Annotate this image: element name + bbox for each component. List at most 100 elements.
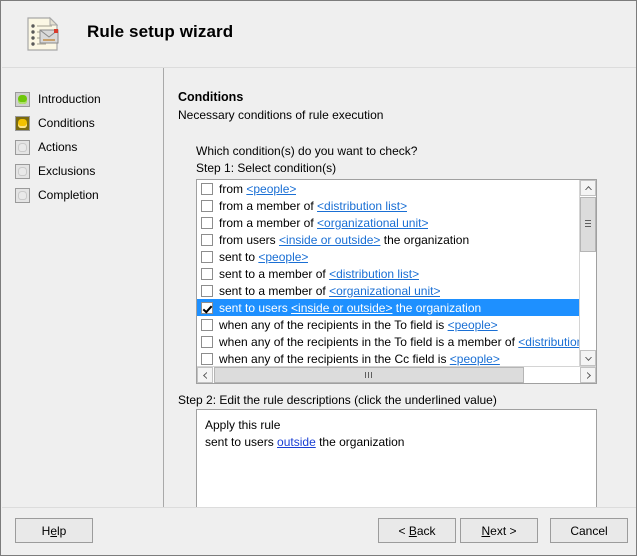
back-button-label: < Back: [398, 523, 436, 538]
checkbox-icon[interactable]: [201, 335, 213, 348]
scroll-left-icon[interactable]: [197, 367, 213, 383]
help-button[interactable]: Help: [15, 518, 93, 543]
sidebar-item-exclusions[interactable]: Exclusions: [15, 159, 160, 183]
condition-value-link[interactable]: <distribution list>: [317, 199, 407, 213]
condition-row[interactable]: sent to a member of <distribution list>: [197, 265, 579, 282]
wizard-steps-list: Introduction Conditions Actions Exclusio…: [15, 87, 160, 207]
scroll-right-icon[interactable]: [580, 367, 596, 383]
condition-label: sent to a member of <organizational unit…: [219, 284, 440, 298]
status-square-green-icon: [15, 91, 30, 107]
condition-label: from <people>: [219, 182, 296, 196]
rule-description-line-2: sent to users outside the organization: [205, 434, 596, 451]
cancel-button[interactable]: Cancel: [550, 518, 628, 543]
question-label: Which condition(s) do you want to check?: [196, 144, 418, 158]
condition-text: from users: [219, 232, 280, 247]
condition-label: sent to a member of <distribution list>: [219, 267, 419, 281]
condition-row[interactable]: sent to users <inside or outside> the or…: [197, 299, 579, 316]
condition-value-link[interactable]: <people>: [246, 182, 296, 196]
condition-row[interactable]: sent to a member of <organizational unit…: [197, 282, 579, 299]
condition-value-link[interactable]: <people>: [258, 250, 308, 264]
condition-text: when any of the recipients in the To fie…: [219, 317, 448, 332]
window-title: Rule setup wizard: [87, 22, 234, 41]
rule-description-value-link[interactable]: outside: [277, 435, 316, 449]
sidebar-item-actions[interactable]: Actions: [15, 135, 160, 159]
condition-row[interactable]: when any of the recipients in the Cc fie…: [197, 350, 579, 366]
sidebar-item-introduction[interactable]: Introduction: [15, 87, 160, 111]
cancel-button-label: Cancel: [570, 523, 608, 538]
condition-text: the organization: [392, 300, 482, 315]
rule-description-line-1: Apply this rule: [205, 418, 281, 432]
wizard-header: Rule setup wizard: [2, 2, 636, 68]
scrollbar-grip-icon: [585, 220, 591, 227]
checkbox-icon[interactable]: [201, 216, 213, 229]
sidebar-item-label: Exclusions: [38, 164, 96, 178]
condition-row[interactable]: from <people>: [197, 180, 579, 197]
help-button-label: Help: [41, 523, 67, 538]
rule-setup-wizard-window: Rule setup wizard Introduction Condition…: [0, 0, 637, 556]
condition-row[interactable]: sent to <people>: [197, 248, 579, 265]
condition-label: when any of the recipients in the To fie…: [219, 318, 498, 332]
condition-row[interactable]: from a member of <distribution list>: [197, 197, 579, 214]
status-square-gray-icon: [15, 163, 30, 179]
condition-value-link[interactable]: <organizational unit>: [329, 284, 440, 298]
conditions-listbox[interactable]: from <people> from a member of <distribut…: [196, 179, 597, 384]
vertical-scrollbar[interactable]: [579, 180, 596, 366]
checkbox-icon[interactable]: [201, 182, 213, 195]
sidebar-item-conditions[interactable]: Conditions: [15, 111, 160, 135]
horizontal-scrollbar-thumb[interactable]: [214, 367, 524, 383]
conditions-rows[interactable]: from <people> from a member of <distribut…: [197, 180, 579, 366]
sidebar-item-completion[interactable]: Completion: [15, 183, 160, 207]
step2-label: Step 2: Edit the rule descriptions (clic…: [178, 393, 497, 407]
wizard-footer: Help < Back Next > Cancel: [2, 507, 636, 554]
checkbox-icon[interactable]: [201, 233, 213, 246]
condition-text: sent to users: [219, 300, 292, 315]
status-square-amber-icon: [15, 115, 30, 131]
checkbox-icon[interactable]: [201, 352, 213, 365]
condition-row[interactable]: when any of the recipients in the To fie…: [197, 333, 579, 350]
checkbox-icon[interactable]: [201, 267, 213, 280]
checkbox-icon[interactable]: [201, 250, 213, 263]
checkbox-icon[interactable]: [201, 199, 213, 212]
rule-description-box[interactable]: Apply this rule sent to users outside th…: [196, 409, 597, 509]
scrollbar-grip-icon: [365, 372, 372, 378]
condition-value-link[interactable]: <people>: [448, 318, 498, 332]
condition-row[interactable]: from a member of <organizational unit>: [197, 214, 579, 231]
condition-value-link[interactable]: <distribution list>: [329, 267, 419, 281]
sidebar-item-label: Conditions: [38, 116, 95, 130]
back-button[interactable]: < Back: [378, 518, 456, 543]
scroll-up-icon[interactable]: [580, 180, 596, 196]
condition-text: sent to a member of: [219, 266, 330, 281]
checkbox-icon[interactable]: [201, 284, 213, 297]
condition-text: from a member of: [219, 215, 318, 230]
checkbox-icon[interactable]: [201, 318, 213, 331]
scroll-down-icon[interactable]: [580, 350, 596, 366]
page-subtitle: Necessary conditions of rule execution: [178, 108, 384, 122]
condition-label: sent to <people>: [219, 250, 308, 264]
rule-description-suffix: the organization: [315, 435, 405, 449]
status-square-gray-icon: [15, 187, 30, 203]
vertical-scrollbar-thumb[interactable]: [580, 197, 596, 252]
condition-label: from users <inside or outside> the organ…: [219, 233, 469, 247]
next-button-label: Next >: [481, 523, 517, 538]
sidebar-item-label: Completion: [38, 188, 99, 202]
condition-value-link[interactable]: <inside or outside>: [279, 233, 380, 247]
rule-description-prefix: sent to users: [205, 435, 278, 449]
condition-value-link[interactable]: <inside or outside>: [291, 301, 392, 315]
condition-text: sent to a member of: [219, 283, 330, 298]
sidebar-item-label: Introduction: [38, 92, 101, 106]
condition-label: from a member of <distribution list>: [219, 199, 407, 213]
condition-text: when any of the recipients in the To fie…: [219, 334, 519, 349]
condition-value-link[interactable]: <organizational unit>: [317, 216, 428, 230]
condition-row[interactable]: when any of the recipients in the To fie…: [197, 316, 579, 333]
condition-value-link[interactable]: <distribution list>: [518, 335, 579, 349]
step1-label: Step 1: Select condition(s): [196, 161, 337, 175]
next-button[interactable]: Next >: [460, 518, 538, 543]
condition-text: from: [219, 181, 247, 196]
condition-row[interactable]: from users <inside or outside> the organ…: [197, 231, 579, 248]
condition-value-link[interactable]: <people>: [450, 352, 500, 366]
condition-text: when any of the recipients in the Cc fie…: [219, 351, 450, 366]
condition-text: sent to: [219, 249, 259, 264]
horizontal-scrollbar[interactable]: [197, 366, 596, 383]
checkbox-checked-icon[interactable]: [201, 301, 213, 314]
condition-label: sent to users <inside or outside> the or…: [219, 301, 481, 315]
